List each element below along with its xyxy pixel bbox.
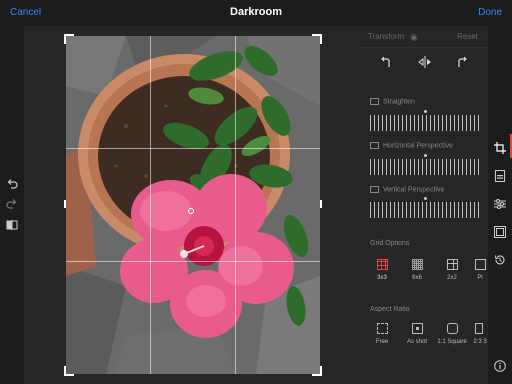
rotate-right-icon[interactable] (456, 56, 468, 68)
crop-handle-bottom-left[interactable] (64, 366, 74, 376)
vertical-perspective-icon (370, 186, 379, 193)
aspect-square[interactable]: 1:1 Square (437, 323, 467, 345)
left-toolbar (0, 26, 24, 384)
aspect-2-3-icon (475, 323, 483, 334)
rotate-left-icon[interactable] (380, 56, 392, 68)
grid-option-6x6[interactable]: 6x6 (402, 259, 432, 281)
horizontal-perspective-icon (370, 142, 379, 149)
straighten-icon (370, 98, 379, 105)
grid-option-2x2[interactable]: 2x2 (437, 259, 467, 281)
panel-header: Transform ◉ Reset (362, 26, 488, 48)
redo-icon[interactable] (6, 198, 18, 210)
aspect-2-3[interactable]: 2:3 3 (472, 323, 488, 345)
grid-line (150, 36, 151, 374)
transform-buttons (362, 54, 488, 74)
editor-canvas[interactable] (24, 26, 362, 384)
tool-strip (488, 26, 512, 384)
vertical-perspective-label: Vertical Perspective (370, 186, 444, 193)
straighten-slider[interactable] (370, 115, 480, 131)
aspect-as-shot-icon (411, 323, 423, 334)
crop-handle-bottom-right[interactable] (312, 366, 322, 376)
grid-line (66, 261, 320, 262)
aspect-free[interactable]: Free (367, 323, 397, 345)
photo-image (66, 36, 320, 374)
photo[interactable] (66, 36, 320, 374)
grid-option-3x3[interactable]: 3x3 (367, 259, 397, 281)
crop-handle-right[interactable] (320, 200, 322, 208)
reset-button[interactable]: Reset (457, 32, 478, 41)
crop-handle-top-right[interactable] (312, 34, 322, 44)
slider-center-mark (424, 154, 427, 157)
done-button[interactable]: Done (478, 7, 502, 18)
transform-panel: Transform ◉ Reset Straighten Horizontal … (362, 26, 488, 384)
flip-horizontal-icon[interactable] (418, 56, 432, 68)
grid-6x6-icon (411, 259, 423, 270)
filters-icon[interactable] (494, 170, 506, 182)
adjust-sliders-icon[interactable] (494, 198, 506, 210)
aspect-square-icon (446, 323, 458, 334)
straighten-label: Straighten (370, 98, 415, 105)
crop-handle-left[interactable] (64, 200, 66, 208)
compare-icon[interactable] (6, 219, 18, 231)
history-icon[interactable] (494, 254, 506, 266)
aspect-free-icon (376, 323, 388, 334)
grid-3x3-icon (376, 259, 388, 270)
slider-center-mark (424, 110, 427, 113)
grid-option-more[interactable]: Pl (472, 259, 488, 281)
crop-icon[interactable] (494, 142, 506, 154)
tab-transform[interactable]: Transform (368, 32, 404, 41)
aspect-as-shot[interactable]: As shot (402, 323, 432, 345)
grid-options-title: Grid Options (370, 240, 410, 247)
top-bar: Cancel Darkroom Done (0, 0, 512, 26)
grid-2x2-icon (446, 259, 458, 270)
app-title: Darkroom (230, 6, 282, 18)
info-icon[interactable] (494, 360, 506, 372)
grid-line (235, 36, 236, 374)
undo-icon[interactable] (6, 178, 18, 190)
horizontal-perspective-label: Horizontal Perspective (370, 142, 453, 149)
eye-icon[interactable]: ◉ (410, 32, 418, 43)
grid-more-icon (475, 259, 486, 270)
grid-line (66, 148, 320, 149)
crop-handle-top-left[interactable] (64, 34, 74, 44)
aspect-ratio-title: Aspect Ratio (370, 306, 410, 313)
slider-center-mark (424, 197, 427, 200)
frame-icon[interactable] (494, 226, 506, 238)
horizontal-perspective-slider[interactable] (370, 159, 480, 175)
vertical-perspective-slider[interactable] (370, 202, 480, 218)
